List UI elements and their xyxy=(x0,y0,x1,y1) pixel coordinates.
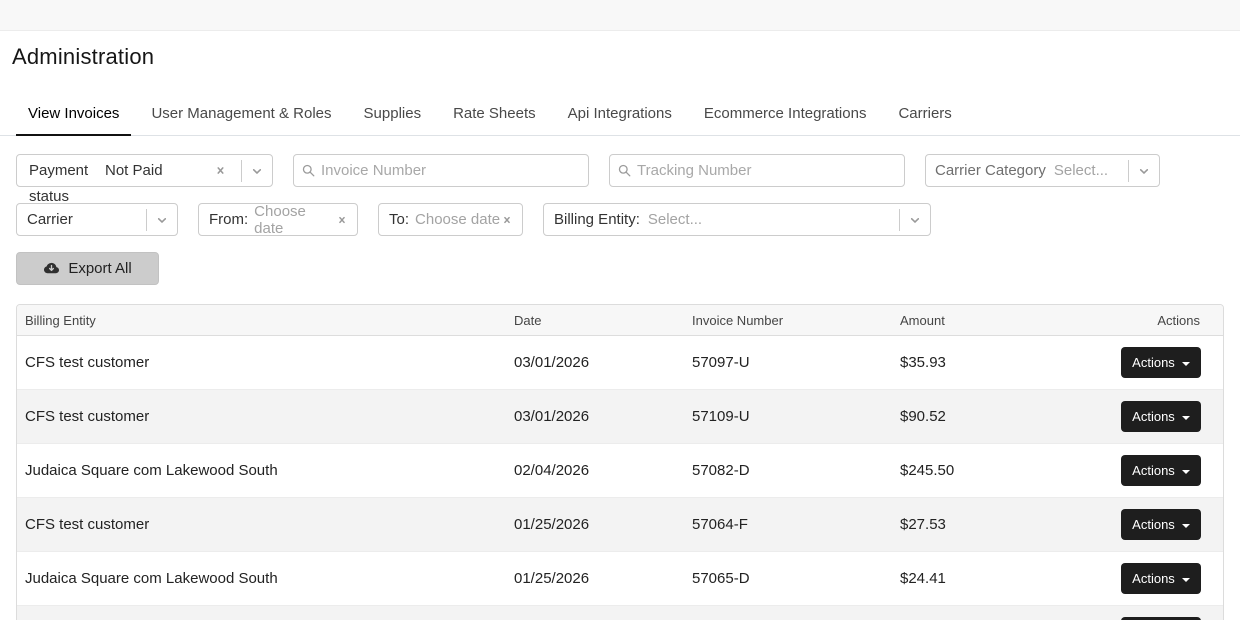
tab-carriers[interactable]: Carriers xyxy=(886,94,963,135)
payment-status-select[interactable]: Payment status Not Paid xyxy=(16,154,273,187)
filters-section: Payment status Not Paid Carrier Cat xyxy=(16,154,1224,236)
actions-button-label: Actions xyxy=(1132,463,1175,478)
cell-invoice-number: 57065-D xyxy=(684,552,892,605)
cell-invoice-number: 57064-F xyxy=(684,498,892,551)
search-icon xyxy=(302,164,315,182)
tab-supplies[interactable]: Supplies xyxy=(352,94,434,135)
table-row: CFS test customer 01/25/2026 57064-F $27… xyxy=(17,498,1223,552)
carrier-category-label: Carrier Category xyxy=(935,162,1046,179)
caret-down-icon xyxy=(1182,416,1190,420)
chevron-down-icon[interactable] xyxy=(900,213,930,227)
cell-billing-entity xyxy=(17,606,506,620)
actions-button[interactable]: Actions xyxy=(1121,455,1201,486)
carrier-label: Carrier xyxy=(27,211,73,228)
actions-button-label: Actions xyxy=(1132,409,1175,424)
header-date: Date xyxy=(506,305,684,335)
cell-amount: $24.41 xyxy=(892,552,1102,605)
page-title: Administration xyxy=(12,44,1240,70)
cell-invoice-number xyxy=(684,606,892,620)
export-all-label: Export All xyxy=(68,260,131,277)
carrier-category-select[interactable]: Carrier Category Select... xyxy=(925,154,1160,187)
tab-bar: View Invoices User Management & Roles Su… xyxy=(0,94,1240,136)
billing-entity-label: Billing Entity: xyxy=(554,211,640,228)
cell-amount xyxy=(892,606,1102,620)
export-all-button[interactable]: Export All xyxy=(16,252,159,285)
billing-entity-select[interactable]: Billing Entity: Select... xyxy=(543,203,931,236)
chevron-down-icon[interactable] xyxy=(147,213,177,227)
carrier-category-placeholder: Select... xyxy=(1054,162,1108,179)
actions-button[interactable]: Actions xyxy=(1121,509,1201,540)
cell-amount: $27.53 xyxy=(892,498,1102,551)
payment-status-label: Payment status xyxy=(29,158,91,184)
carrier-select[interactable]: Carrier xyxy=(16,203,178,236)
cloud-download-icon xyxy=(43,261,60,276)
actions-button-label: Actions xyxy=(1132,571,1175,586)
billing-entity-placeholder: Select... xyxy=(648,211,702,228)
header-amount: Amount xyxy=(892,305,1102,335)
invoice-number-input[interactable] xyxy=(293,154,589,187)
cell-date: 03/01/2026 xyxy=(506,390,684,443)
tab-user-management-roles[interactable]: User Management & Roles xyxy=(139,94,343,135)
cell-invoice-number: 57097-U xyxy=(684,336,892,389)
cell-amount: $245.50 xyxy=(892,444,1102,497)
tab-ecommerce-integrations[interactable]: Ecommerce Integrations xyxy=(692,94,879,135)
actions-button-label: Actions xyxy=(1132,517,1175,532)
cell-amount: $35.93 xyxy=(892,336,1102,389)
caret-down-icon xyxy=(1182,470,1190,474)
chevron-down-icon[interactable] xyxy=(242,164,272,178)
table-row: CFS test customer 03/01/2026 57097-U $35… xyxy=(17,336,1223,390)
tracking-number-search xyxy=(609,154,905,187)
cell-invoice-number: 57109-U xyxy=(684,390,892,443)
clear-icon[interactable] xyxy=(501,214,522,226)
clear-icon[interactable] xyxy=(214,164,227,177)
header-billing-entity: Billing Entity xyxy=(17,305,506,335)
table-header: Billing Entity Date Invoice Number Amoun… xyxy=(17,305,1223,336)
filter-row-2: Carrier From: Choose date To: Choose dat… xyxy=(16,203,1224,236)
search-icon xyxy=(618,164,631,182)
header-invoice-number: Invoice Number xyxy=(684,305,892,335)
tab-rate-sheets[interactable]: Rate Sheets xyxy=(441,94,548,135)
header-actions: Actions xyxy=(1102,305,1223,335)
actions-button[interactable]: Actions xyxy=(1121,401,1201,432)
chevron-down-icon[interactable] xyxy=(1129,164,1159,178)
cell-date xyxy=(506,606,684,620)
caret-down-icon xyxy=(1182,362,1190,366)
invoices-table: Billing Entity Date Invoice Number Amoun… xyxy=(16,304,1224,620)
date-to-input[interactable]: To: Choose date xyxy=(378,203,523,236)
actions-button-label: Actions xyxy=(1132,355,1175,370)
date-to-placeholder: Choose date xyxy=(415,211,500,228)
tab-api-integrations[interactable]: Api Integrations xyxy=(556,94,684,135)
invoice-number-search xyxy=(293,154,589,187)
table-row: Actions xyxy=(17,606,1223,620)
table-row: Judaica Square com Lakewood South 01/25/… xyxy=(17,552,1223,606)
cell-amount: $90.52 xyxy=(892,390,1102,443)
actions-button[interactable]: Actions xyxy=(1121,563,1201,594)
cell-date: 01/25/2026 xyxy=(506,552,684,605)
payment-status-value: Not Paid xyxy=(105,162,163,179)
cell-billing-entity: CFS test customer xyxy=(17,336,506,389)
tracking-number-input[interactable] xyxy=(609,154,905,187)
caret-down-icon xyxy=(1182,524,1190,528)
cell-invoice-number: 57082-D xyxy=(684,444,892,497)
date-from-label: From: xyxy=(209,211,248,228)
table-row: Judaica Square com Lakewood South 02/04/… xyxy=(17,444,1223,498)
actions-button[interactable]: Actions xyxy=(1121,347,1201,378)
cell-date: 01/25/2026 xyxy=(506,498,684,551)
cell-billing-entity: CFS test customer xyxy=(17,390,506,443)
cell-billing-entity: Judaica Square com Lakewood South xyxy=(17,444,506,497)
cell-billing-entity: Judaica Square com Lakewood South xyxy=(17,552,506,605)
cell-billing-entity: CFS test customer xyxy=(17,498,506,551)
cell-date: 02/04/2026 xyxy=(506,444,684,497)
date-from-input[interactable]: From: Choose date xyxy=(198,203,358,236)
clear-icon[interactable] xyxy=(336,214,357,226)
table-row: CFS test customer 03/01/2026 57109-U $90… xyxy=(17,390,1223,444)
tab-view-invoices[interactable]: View Invoices xyxy=(16,94,131,136)
top-bar xyxy=(0,0,1240,31)
filter-row-1: Payment status Not Paid Carrier Cat xyxy=(16,154,1224,187)
date-to-label: To: xyxy=(389,211,409,228)
cell-date: 03/01/2026 xyxy=(506,336,684,389)
caret-down-icon xyxy=(1182,578,1190,582)
date-from-placeholder: Choose date xyxy=(254,203,336,237)
